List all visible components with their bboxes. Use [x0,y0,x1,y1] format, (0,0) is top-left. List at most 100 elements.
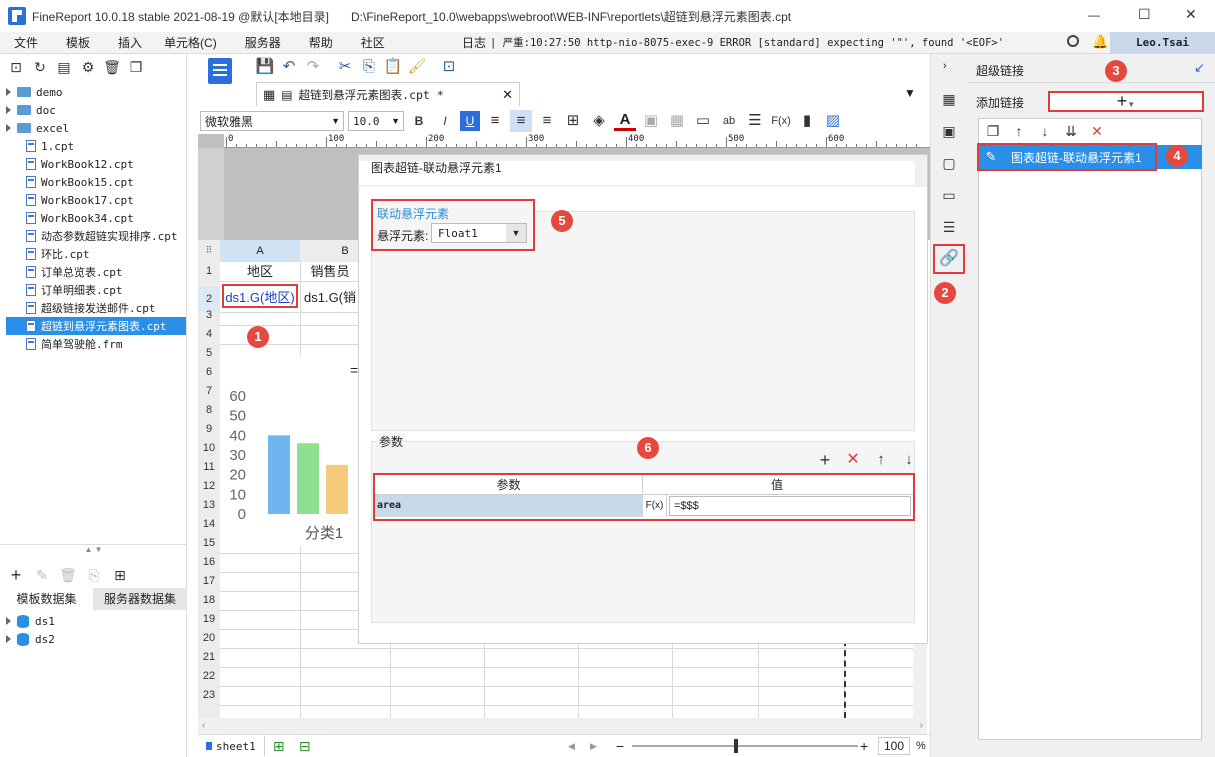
tree-file[interactable]: WorkBook12.cpt [6,155,186,173]
edit-link-icon[interactable]: ✎ [979,145,1003,169]
param-fx-button[interactable]: F(x) [643,495,667,517]
tree-folder[interactable]: excel [6,119,186,137]
condition-icon[interactable]: ▭ [939,186,959,204]
collapse-panel-icon[interactable]: ↙ [1194,60,1205,76]
add-sheet-icon[interactable]: ⊞ [269,737,289,755]
tab-close-icon[interactable]: ✕ [502,87,513,103]
layer-icon[interactable]: ☰ [939,218,959,236]
zoom-in-icon[interactable]: + [860,738,868,754]
tree-file[interactable]: 超链到悬浮元素图表.cpt [6,317,186,335]
cell-a2[interactable]: ds1.G(地区) [222,284,298,308]
minimize-button[interactable]: — [1088,8,1100,22]
delete-dataset-icon[interactable]: 🗑 [58,566,78,584]
copy-icon[interactable]: ⎘ [358,56,380,78]
tree-folder[interactable]: doc [6,101,186,119]
dataset-item[interactable]: ds1 [6,612,55,630]
chart-bar[interactable] [268,435,290,514]
cut-icon[interactable]: ✂ [334,56,356,78]
float-select[interactable]: Float1 ▼ [431,223,527,243]
add-link-button[interactable]: +▼ [1048,91,1204,112]
border-icon[interactable]: ⊞ [562,110,584,132]
fill-color-icon[interactable]: ◈ [588,110,610,132]
text-icon[interactable]: ab [718,110,740,132]
cell-b1[interactable]: 销售员 [300,262,360,281]
delete-link-icon[interactable]: ✕ [1087,122,1107,140]
new-folder-icon[interactable]: ⊡ [6,58,26,76]
image-icon[interactable]: ▨ [822,110,844,132]
menu-item[interactable]: 插入 [118,34,142,51]
param-value[interactable]: =$$$ [669,496,911,516]
close-button[interactable]: ✕ [1185,6,1197,23]
expand-arrow-icon[interactable] [6,124,11,132]
tree-file[interactable]: 动态参数超链实现排序.cpt [6,227,186,245]
tree-file[interactable]: 1.cpt [6,137,186,155]
chart-bar[interactable] [326,464,348,514]
font-name-select[interactable]: 微软雅黑 ▼ [200,111,344,131]
text-box-icon[interactable]: ▭ [692,110,714,132]
link-item[interactable]: ✎ 图表超链-联动悬浮元素1 [977,143,1157,171]
tab-menu-icon[interactable]: ▼ [904,86,916,100]
redo-icon[interactable]: ↷ [302,56,324,78]
cell-b2[interactable]: ds1.G(销 [304,288,360,307]
delete-param-icon[interactable]: ✕ [843,451,863,469]
merge-icon[interactable]: ▣ [640,110,662,132]
scroll-left-icon[interactable]: ◀ [568,741,575,752]
undo-icon[interactable]: ↶ [278,56,300,78]
tab-server-dataset[interactable]: 服务器数据集 [93,588,187,610]
tree-file[interactable]: WorkBook34.cpt [6,209,186,227]
expand-arrow-icon[interactable] [6,635,11,643]
copy-link-icon[interactable]: ❐ [983,122,1003,140]
cell-a1[interactable]: 地区 [220,262,300,281]
tree-file[interactable]: 订单明细表.cpt [6,281,186,299]
sheet-tab[interactable]: sheet1 [198,736,265,756]
expand-arrow-icon[interactable] [6,88,11,96]
search-dataset-icon[interactable]: ⊞ [110,566,130,584]
copy-icon[interactable]: ❐ [126,58,146,76]
expand-arrow-icon[interactable] [6,617,11,625]
scroll-right-icon[interactable]: ▶ [590,741,597,752]
chart-bar[interactable] [297,443,319,514]
tree-file[interactable]: WorkBook15.cpt [6,173,186,191]
align-right-icon[interactable]: ≡ [536,110,558,132]
edit-icon[interactable]: ✎ [32,566,52,584]
hyperlink-icon[interactable]: 🔗 [933,244,965,274]
move-down-icon[interactable]: ↓ [899,451,919,469]
dataset-item[interactable]: ds2 [6,630,55,648]
search-icon[interactable] [1067,35,1079,47]
paste-icon[interactable]: 📋 [382,56,404,78]
tree-file[interactable]: 超级链接发送邮件.cpt [6,299,186,317]
maximize-button[interactable]: ☐ [1138,6,1151,23]
underline-icon[interactable]: U [460,111,480,131]
italic-icon[interactable]: I [434,110,456,132]
add-report-icon[interactable]: ⊟ [295,737,315,755]
zoom-input[interactable]: 100 [878,737,910,755]
log-message[interactable]: | 严重:10:27:50 http-nio-8075-exec-9 ERROR… [490,35,1004,50]
param-row[interactable]: area F(x) =$$$ [375,495,913,517]
tree-file[interactable]: 简单驾驶舱.frm [6,335,186,353]
menu-item[interactable]: 文件 [14,34,38,51]
zoom-thumb[interactable] [734,739,738,753]
save-icon[interactable]: 💾 [254,56,276,78]
panel-splitter[interactable]: ▲ ▼ [0,544,187,558]
settings-icon[interactable]: ⚙ [78,58,98,76]
move-up-icon[interactable]: ↑ [1009,122,1029,140]
tree-folder[interactable]: demo [6,83,186,101]
param-name[interactable]: area [375,495,643,517]
add-dataset-icon[interactable]: + [6,566,26,584]
template-icon[interactable]: ▤ [54,58,74,76]
collapse-icon[interactable]: › [943,60,947,72]
menu-item[interactable]: 帮助 [309,34,333,51]
add-param-icon[interactable]: + [815,451,835,469]
move-up-icon[interactable]: ↑ [871,451,891,469]
preview-icon[interactable]: ⎘ [84,566,104,584]
user-name[interactable]: Leo.Tsai [1110,32,1215,54]
frame-icon[interactable]: ▢ [939,154,959,172]
unmerge-icon[interactable]: ▦ [666,110,688,132]
preview-icon[interactable]: ⊡ [438,56,460,78]
paragraph-icon[interactable]: ☰ [744,110,766,132]
align-left-icon[interactable]: ≡ [484,110,506,132]
font-color-icon[interactable]: A [614,111,636,131]
tree-file[interactable]: 订单总览表.cpt [6,263,186,281]
menu-item[interactable]: 模板 [66,34,90,51]
tab-template-dataset[interactable]: 模板数据集 [0,588,93,610]
